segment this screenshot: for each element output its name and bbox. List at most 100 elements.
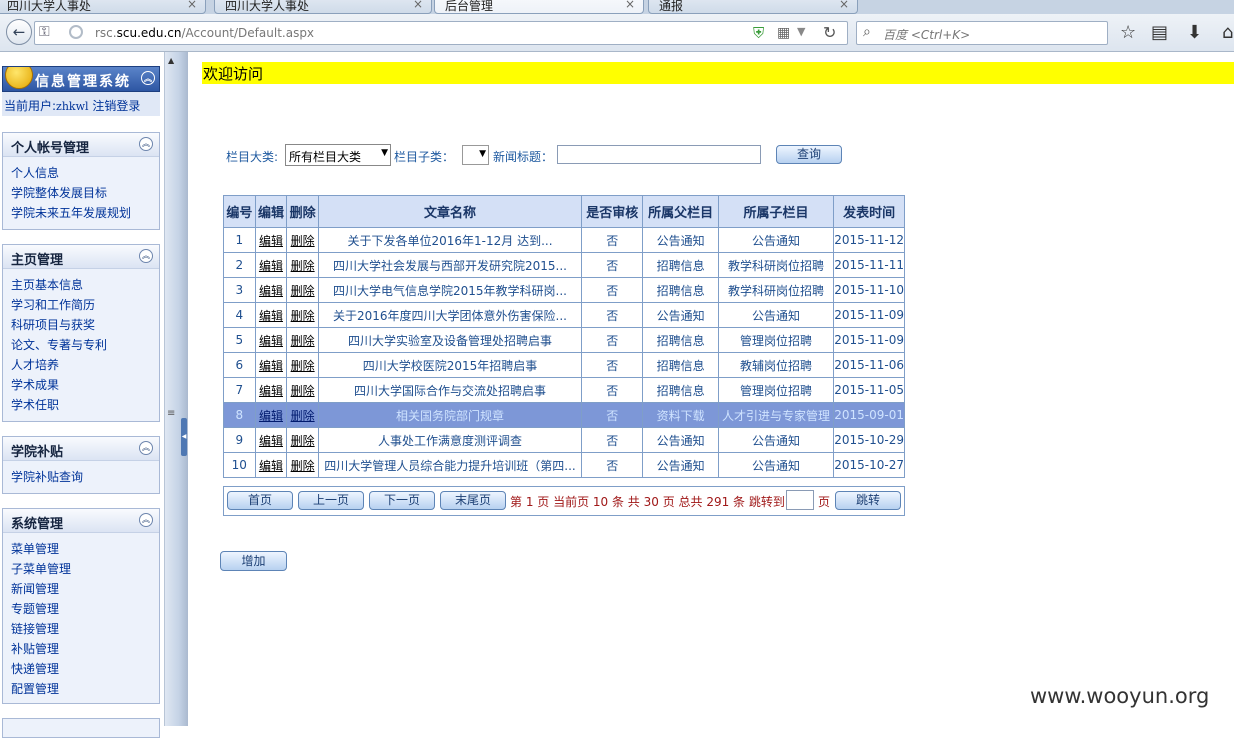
reading-list-icon[interactable]: ▤ [1151, 22, 1168, 43]
delete-link[interactable]: 删除 [291, 284, 315, 298]
back-arrow-icon[interactable]: ← [6, 19, 32, 45]
home-icon[interactable]: ⌂ [1222, 22, 1233, 43]
prev-page-button[interactable]: 上一页 [298, 491, 364, 510]
menu-item-dev-goals[interactable]: 学院整体发展目标 [11, 183, 159, 203]
browser-tab-4[interactable]: 通报 × [648, 0, 858, 14]
col-header-edit[interactable]: 编辑 [254, 195, 288, 228]
subcategory-select[interactable]: ▼ [462, 145, 489, 165]
menu-item-news-manage[interactable]: 新闻管理 [11, 579, 159, 599]
menu-item-submenu-manage[interactable]: 子菜单管理 [11, 559, 159, 579]
col-header-id[interactable]: 编号 [223, 195, 256, 228]
menu-section-header[interactable]: 个人帐号管理 ︽ [3, 133, 159, 157]
table-row[interactable]: 9 编辑 删除 人事处工作满意度测评调查 否 公告通知 公告通知 2015-10… [223, 427, 905, 453]
table-row[interactable]: 5 编辑 删除 四川大学实验室及设备管理处招聘启事 否 招聘信息 管理岗位招聘 … [223, 327, 905, 353]
scroll-up-icon[interactable]: ▲ [168, 56, 174, 65]
col-header-reviewed[interactable]: 是否审核 [581, 195, 644, 228]
collapse-icon[interactable]: ︽ [141, 71, 155, 85]
menu-item-menu-manage[interactable]: 菜单管理 [11, 539, 159, 559]
delete-link[interactable]: 删除 [291, 459, 315, 473]
table-row[interactable]: 3 编辑 删除 四川大学电气信息学院2015年教学科研岗... 否 招聘信息 教… [223, 277, 905, 303]
col-header-date[interactable]: 发表时间 [833, 195, 905, 228]
search-bar[interactable]: ⌕ 百度 <Ctrl+K> [856, 21, 1108, 45]
table-row[interactable]: 2 编辑 删除 四川大学社会发展与西部开发研究院2015... 否 招聘信息 教… [223, 252, 905, 278]
jump-button[interactable]: 跳转 [835, 491, 901, 510]
menu-item-personal-info[interactable]: 个人信息 [11, 163, 159, 183]
chevron-up-icon[interactable]: ︽ [139, 249, 153, 263]
edit-link[interactable]: 编辑 [259, 234, 283, 248]
first-page-button[interactable]: 首页 [227, 491, 293, 510]
add-button[interactable]: 增加 [220, 551, 287, 571]
jump-page-input[interactable] [786, 490, 814, 510]
chevron-up-icon[interactable]: ︽ [139, 441, 153, 455]
edit-link[interactable]: 编辑 [259, 309, 283, 323]
edit-link[interactable]: 编辑 [259, 459, 283, 473]
close-icon[interactable]: × [625, 0, 635, 11]
edit-link[interactable]: 编辑 [259, 359, 283, 373]
col-header-delete[interactable]: 删除 [286, 195, 319, 228]
menu-item-academic-posts[interactable]: 学术任职 [11, 395, 159, 415]
sidebar-splitter[interactable]: ▲ ≡ ◀ [164, 52, 188, 726]
collapse-sidebar-icon[interactable]: ◀ [181, 418, 187, 456]
edit-link[interactable]: 编辑 [259, 409, 283, 423]
next-page-button[interactable]: 下一页 [369, 491, 435, 510]
edit-link[interactable]: 编辑 [259, 284, 283, 298]
address-bar[interactable]: ⚿ rsc.scu.edu.cn/Account/Default.aspx ⛨ … [34, 21, 848, 45]
col-header-parent[interactable]: 所属父栏目 [642, 195, 719, 228]
menu-section-header[interactable]: 主页管理 ︽ [3, 245, 159, 269]
menu-item-config-manage[interactable]: 配置管理 [11, 679, 159, 699]
reload-icon[interactable]: ↻ [823, 23, 836, 42]
download-icon[interactable]: ⬇ [1187, 22, 1202, 43]
edit-link[interactable]: 编辑 [259, 434, 283, 448]
logout-link[interactable]: 注销登录 [92, 99, 140, 113]
edit-link[interactable]: 编辑 [259, 384, 283, 398]
menu-item-research-projects[interactable]: 科研项目与获奖 [11, 315, 159, 335]
close-icon[interactable]: × [187, 0, 197, 11]
delete-link[interactable]: 删除 [291, 309, 315, 323]
news-title-input[interactable] [557, 145, 761, 164]
delete-link[interactable]: 删除 [291, 234, 315, 248]
delete-link[interactable]: 删除 [291, 384, 315, 398]
shield-icon[interactable]: ⛨ [753, 24, 764, 42]
url-text[interactable]: rsc.scu.edu.cn/Account/Default.aspx [95, 26, 314, 40]
menu-item-homepage-info[interactable]: 主页基本信息 [11, 275, 159, 295]
query-button[interactable]: 查询 [776, 145, 842, 164]
qr-code-icon[interactable]: ▦ [777, 25, 790, 41]
chevron-down-icon[interactable]: ▼ [797, 25, 805, 38]
delete-link[interactable]: 删除 [291, 259, 315, 273]
table-row[interactable]: 10 编辑 删除 四川大学管理人员综合能力提升培训班（第四... 否 公告通知 … [223, 452, 905, 478]
delete-link[interactable]: 删除 [291, 434, 315, 448]
menu-item-express-manage[interactable]: 快递管理 [11, 659, 159, 679]
category-select[interactable]: 所有栏目大类 ▼ [285, 144, 391, 166]
chevron-up-icon[interactable]: ︽ [139, 513, 153, 527]
delete-link[interactable]: 删除 [291, 334, 315, 348]
bookmark-star-icon[interactable]: ☆ [1120, 22, 1136, 43]
menu-item-five-year-plan[interactable]: 学院未来五年发展规划 [11, 203, 159, 223]
col-header-child[interactable]: 所属子栏目 [717, 195, 835, 228]
browser-tab-2[interactable]: 四川大学人事处 × [214, 0, 432, 14]
menu-item-papers[interactable]: 论文、专著与专利 [11, 335, 159, 355]
edit-link[interactable]: 编辑 [259, 259, 283, 273]
menu-item-link-manage[interactable]: 链接管理 [11, 619, 159, 639]
browser-tab-1[interactable]: 四川大学人事处 × [0, 0, 206, 14]
table-row[interactable]: 7 编辑 删除 四川大学国际合作与交流处招聘启事 否 招聘信息 管理岗位招聘 2… [223, 377, 905, 403]
menu-item-talent-training[interactable]: 人才培养 [11, 355, 159, 375]
browser-tab-3[interactable]: 后台管理 × [434, 0, 644, 14]
delete-link[interactable]: 删除 [291, 409, 315, 423]
delete-link[interactable]: 删除 [291, 359, 315, 373]
table-row[interactable]: 4 编辑 删除 关于2016年度四川大学团体意外伤害保险... 否 公告通知 公… [223, 302, 905, 328]
close-icon[interactable]: × [413, 0, 423, 11]
menu-item-topic-manage[interactable]: 专题管理 [11, 599, 159, 619]
menu-section-header[interactable]: 系统管理 ︽ [3, 509, 159, 533]
table-row[interactable]: 1 编辑 删除 关于下发各单位2016年1-12月 达到... 否 公告通知 公… [223, 227, 905, 253]
chevron-up-icon[interactable]: ︽ [139, 137, 153, 151]
col-header-title[interactable]: 文章名称 [317, 195, 583, 228]
last-page-button[interactable]: 末尾页 [440, 491, 506, 510]
menu-item-subsidy-query[interactable]: 学院补贴查询 [11, 467, 159, 487]
menu-item-resume[interactable]: 学习和工作简历 [11, 295, 159, 315]
edit-link[interactable]: 编辑 [259, 334, 283, 348]
grip-icon[interactable]: ≡ [167, 408, 175, 419]
menu-item-achievements[interactable]: 学术成果 [11, 375, 159, 395]
table-row[interactable]: 6 编辑 删除 四川大学校医院2015年招聘启事 否 招聘信息 教辅岗位招聘 2… [223, 352, 905, 378]
close-icon[interactable]: × [839, 0, 849, 11]
menu-item-subsidy-manage[interactable]: 补贴管理 [11, 639, 159, 659]
